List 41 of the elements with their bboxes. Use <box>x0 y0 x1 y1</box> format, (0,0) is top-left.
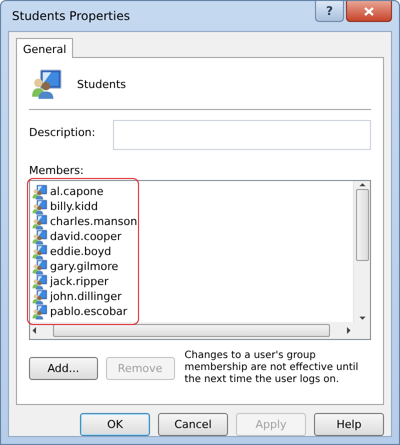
member-item[interactable]: jack.ripper <box>32 274 351 289</box>
group-icon <box>31 68 63 100</box>
scroll-thumb[interactable] <box>53 324 330 337</box>
help-button[interactable]: ? <box>315 1 344 22</box>
user-icon <box>32 214 48 230</box>
user-icon <box>32 228 48 244</box>
member-item[interactable]: billy.kidd <box>32 199 351 214</box>
description-label: Description: <box>29 125 96 139</box>
close-icon <box>364 6 374 16</box>
member-item[interactable]: david.cooper <box>32 229 351 244</box>
member-item[interactable]: al.capone <box>32 184 351 199</box>
close-button[interactable] <box>346 1 392 22</box>
member-item[interactable]: pablo.escobar <box>32 304 351 319</box>
down-arrow-icon[interactable] <box>358 314 366 322</box>
dialog-button[interactable]: Help <box>314 413 384 436</box>
tab[interactable]: General <box>16 38 74 58</box>
member-button[interactable]: Add... <box>29 357 98 380</box>
member-item[interactable]: charles.manson <box>32 214 351 229</box>
user-icon <box>32 184 48 200</box>
dialog-button[interactable]: OK <box>80 413 150 436</box>
window-title: Students Properties <box>11 9 130 23</box>
dialog-button[interactable]: Cancel <box>158 413 228 436</box>
member-item[interactable]: gary.gilmore <box>32 259 351 274</box>
right-arrow-icon[interactable] <box>344 326 353 335</box>
group-name: Students <box>77 78 126 90</box>
horizontal-scrollbar[interactable] <box>30 322 353 339</box>
scroll-thumb[interactable] <box>356 188 368 262</box>
member-item[interactable]: eddie.boyd <box>32 244 351 259</box>
up-arrow-icon[interactable] <box>358 181 366 189</box>
left-arrow-icon[interactable] <box>30 326 39 335</box>
user-icon <box>32 304 48 320</box>
user-icon <box>32 244 48 260</box>
member-item[interactable]: john.dillinger <box>32 289 351 304</box>
user-icon <box>32 258 48 274</box>
membership-note: Changes to a user's group membership are not effective until the next time the user logs on. <box>184 350 360 386</box>
description-field[interactable] <box>113 120 371 150</box>
user-icon <box>32 288 48 304</box>
user-icon <box>32 198 48 214</box>
vertical-scrollbar[interactable] <box>353 181 370 322</box>
members-label: Members: <box>29 164 85 177</box>
user-icon <box>32 274 48 290</box>
